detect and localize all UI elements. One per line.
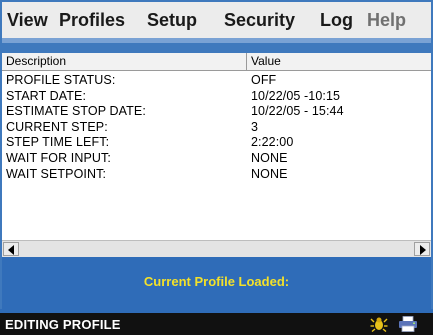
row-value: 2:22:00 — [251, 135, 294, 150]
table-row[interactable]: STEP TIME LEFT: 2:22:00 — [2, 135, 431, 151]
menu-help[interactable]: Help — [367, 10, 406, 31]
table-row[interactable]: WAIT FOR INPUT: NONE — [2, 151, 431, 167]
status-bar: EDITING PROFILE — [0, 313, 433, 335]
row-description: STEP TIME LEFT: — [6, 135, 110, 150]
profile-loaded-label: Current Profile Loaded: — [143, 274, 290, 289]
row-value: NONE — [251, 166, 288, 181]
table-row[interactable]: ESTIMATE STOP DATE: 10/22/05 - 15:44 — [2, 104, 431, 120]
menu-bar: View Profiles Setup Security Log Help — [2, 2, 431, 39]
status-text: EDITING PROFILE — [5, 317, 121, 332]
scroll-right-button[interactable] — [414, 242, 430, 256]
row-value: 3 — [251, 119, 259, 134]
menu-log[interactable]: Log — [320, 10, 353, 31]
row-value: OFF — [251, 73, 277, 87]
arrow-left-icon — [8, 245, 14, 255]
row-description: PROFILE STATUS: — [6, 73, 116, 87]
menu-security[interactable]: Security — [224, 10, 295, 31]
table-row[interactable]: CURRENT STEP: 3 — [2, 120, 431, 136]
row-description: ESTIMATE STOP DATE: — [6, 104, 146, 119]
column-divider[interactable] — [246, 53, 247, 70]
row-description: WAIT FOR INPUT: — [6, 150, 111, 165]
arrow-right-icon — [420, 245, 426, 255]
row-description: CURRENT STEP: — [6, 119, 108, 134]
table-row[interactable]: PROFILE STATUS: OFF — [2, 73, 431, 89]
menu-view[interactable]: View — [7, 10, 48, 31]
table-row[interactable]: WAIT SETPOINT: NONE — [2, 167, 431, 183]
profile-loaded-panel: Current Profile Loaded: — [2, 257, 431, 309]
printer-icon[interactable] — [398, 316, 418, 332]
table-row[interactable]: START DATE: 10/22/05 -10:15 — [2, 89, 431, 105]
table-header: Description Value — [2, 53, 431, 71]
row-description: START DATE: — [6, 88, 87, 103]
table-body: PROFILE STATUS: OFF START DATE: 10/22/05 -1… — [2, 73, 431, 182]
menu-setup[interactable]: Setup — [147, 10, 197, 31]
column-header-value[interactable]: Value — [251, 54, 281, 68]
bug-icon[interactable] — [370, 316, 388, 332]
row-description: WAIT SETPOINT: — [6, 166, 107, 181]
row-value: NONE — [251, 150, 288, 165]
row-value: 10/22/05 -10:15 — [251, 88, 341, 103]
menu-profiles[interactable]: Profiles — [59, 10, 125, 31]
horizontal-scrollbar[interactable] — [2, 240, 431, 258]
scroll-left-button[interactable] — [3, 242, 19, 256]
spacer — [2, 43, 431, 53]
profile-status-table: Description Value PROFILE STATUS: OFF STAR… — [2, 53, 431, 240]
column-header-description[interactable]: Description — [6, 54, 66, 68]
row-value: 10/22/05 - 15:44 — [251, 104, 344, 119]
